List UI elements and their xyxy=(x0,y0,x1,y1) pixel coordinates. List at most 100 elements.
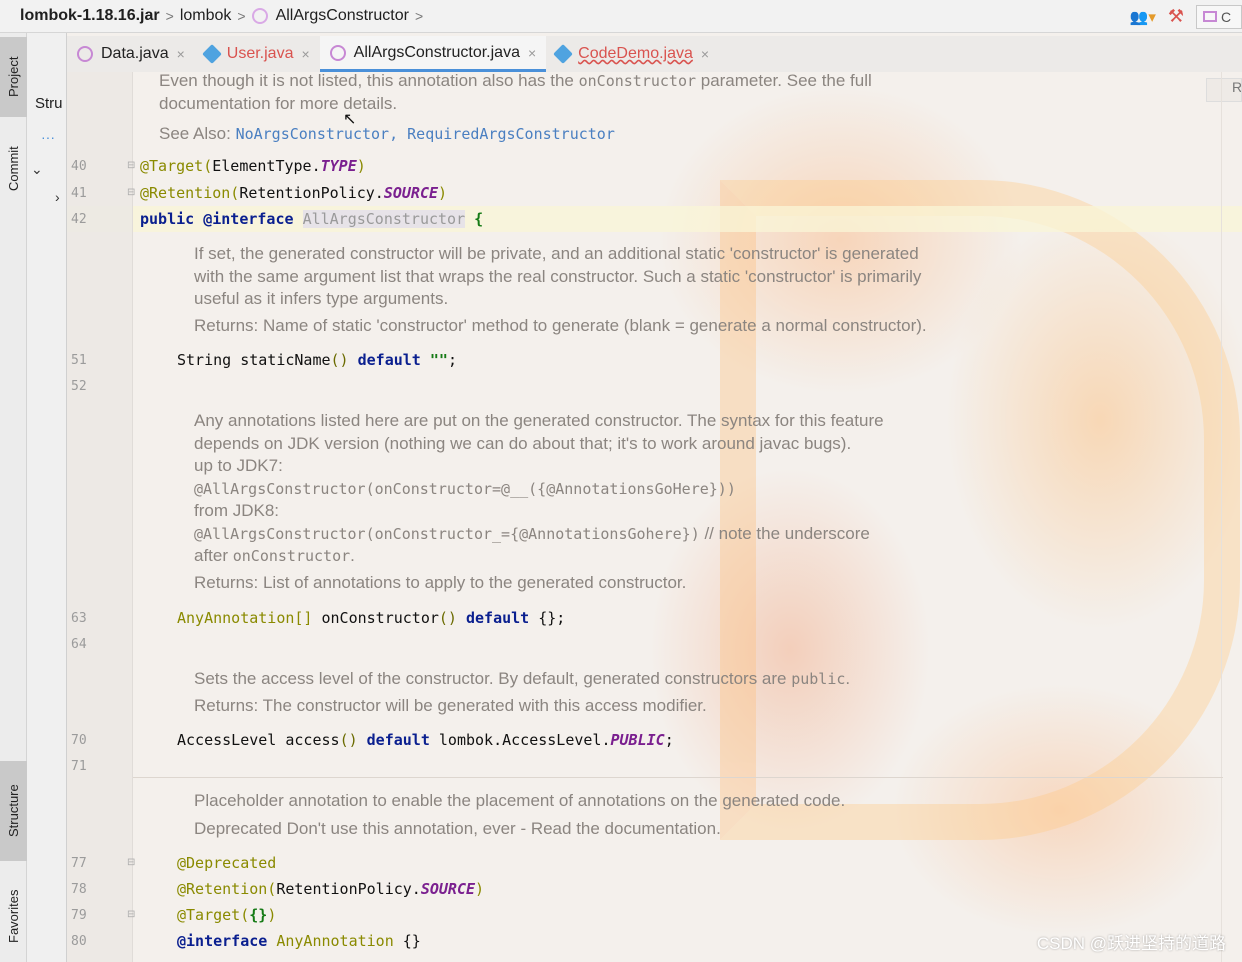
code-token: {}; xyxy=(538,609,566,627)
code-editor[interactable]: 40 41 42 51 52 63 64 70 71 77 78 79 80 ⊟… xyxy=(67,70,1242,962)
code-token: RetentionPolicy. xyxy=(239,184,384,202)
more-options-icon[interactable]: ··· xyxy=(41,129,55,145)
code-token: ) xyxy=(356,157,366,175)
javadoc-text: Even though it is not listed, this annot… xyxy=(159,70,872,93)
line-number: 79 xyxy=(71,908,87,923)
fold-icon[interactable]: ⊟ xyxy=(127,857,135,868)
code-token: () xyxy=(339,731,367,749)
navigation-bar: lombok-1.18.16.jar > lombok > AllArgsCon… xyxy=(0,0,1242,33)
javadoc-text-part: . xyxy=(845,669,851,688)
left-tool-strip: Project Commit Structure Favorites xyxy=(0,33,27,962)
see-also-link-noargs[interactable]: NoArgsConstructor xyxy=(236,125,390,143)
javadoc-code: onConstructor xyxy=(578,72,697,90)
javadoc-text: with the same argument list that wraps t… xyxy=(194,266,922,286)
tab-label: CodeDemo.java xyxy=(578,45,693,62)
breadcrumb-separator: > xyxy=(165,8,174,24)
code-token: ) xyxy=(475,880,485,898)
javadoc-rendered: Even though it is not listed, this annot… xyxy=(159,70,872,146)
breadcrumb-class[interactable]: AllArgsConstructor xyxy=(251,7,409,25)
code-token: String staticName xyxy=(177,351,331,369)
tab-label: User.java xyxy=(226,45,294,62)
tab-codedemo-java[interactable]: CodeDemo.java × xyxy=(546,36,719,72)
run-configuration-select[interactable]: C xyxy=(1196,4,1242,29)
users-icon[interactable]: 👥▾ xyxy=(1130,8,1156,26)
code-token: SOURCE xyxy=(383,184,439,202)
breadcrumb-class-label: AllArgsConstructor xyxy=(275,7,409,24)
line-number: 40 xyxy=(71,159,87,174)
javadoc-code: public xyxy=(791,670,846,688)
fold-icon[interactable]: ⊟ xyxy=(127,160,135,171)
fold-icon[interactable]: ⊟ xyxy=(127,187,135,198)
code-token: () xyxy=(330,351,358,369)
code-token: @Retention( xyxy=(177,880,277,898)
tab-data-java[interactable]: Data.java × xyxy=(67,36,195,72)
code-token: onConstructor xyxy=(321,609,439,627)
tab-label: Data.java xyxy=(101,45,169,62)
build-hammer-icon[interactable]: ⚒ xyxy=(1168,6,1184,27)
right-margin-guide xyxy=(1221,72,1222,962)
tool-window-favorites-label: Favorites xyxy=(6,889,21,943)
javadoc-text: from JDK8: xyxy=(194,501,280,520)
code-line-51: String staticName() default ""; xyxy=(177,351,457,369)
see-also: See Also: NoArgsConstructor, RequiredArg… xyxy=(159,123,872,146)
code-token: AccessLevel access xyxy=(177,731,340,749)
line-number: 71 xyxy=(71,759,87,774)
close-icon[interactable]: × xyxy=(701,46,709,62)
code-token: "" xyxy=(429,351,448,369)
code-token: ElementType. xyxy=(212,157,321,175)
annotation-icon xyxy=(77,46,93,62)
run-config-label: C xyxy=(1221,8,1232,25)
tool-window-favorites[interactable]: Favorites xyxy=(0,871,27,961)
line-number: 42 xyxy=(71,212,87,227)
reader-mode-button[interactable]: R xyxy=(1206,78,1242,102)
breadcrumb-jar[interactable]: lombok-1.18.16.jar xyxy=(20,7,160,25)
close-icon[interactable]: × xyxy=(301,46,309,62)
code-token: public @interface xyxy=(140,210,303,228)
breadcrumb-package[interactable]: lombok xyxy=(180,7,232,25)
structure-panel-title: Stru xyxy=(35,95,63,112)
line-number: 64 xyxy=(71,637,87,652)
tab-allargsconstructor-java[interactable]: AllArgsConstructor.java × xyxy=(319,36,547,72)
close-icon[interactable]: × xyxy=(528,45,536,61)
code-line-63: AnyAnnotation[] onConstructor() default … xyxy=(177,609,565,627)
chevron-right-icon[interactable]: › xyxy=(55,189,60,205)
javadoc-text-part: // note the underscore xyxy=(699,523,870,543)
annotation-icon xyxy=(329,44,346,61)
javadoc-text-part: after xyxy=(194,546,233,565)
code-line-78: @Retention(RetentionPolicy.SOURCE) xyxy=(177,880,484,898)
code-token: @Target( xyxy=(177,906,250,924)
tool-window-structure-label: Structure xyxy=(6,784,21,838)
code-token: ; xyxy=(447,351,457,369)
code-line-70: AccessLevel access() default lombok.Acce… xyxy=(177,731,674,749)
javadoc-text-part: Sets the access level of the constructor… xyxy=(194,669,792,688)
javadoc-text-part: Even though it is not listed, this annot… xyxy=(159,71,579,90)
javadoc-code: onConstructor xyxy=(232,547,351,565)
javadoc-text: @AllArgsConstructor(onConstructor_={@Ann… xyxy=(194,523,884,546)
code-token: AnyAnnotation[] xyxy=(177,609,322,627)
code-line-79: @Target({}) xyxy=(177,906,276,924)
javadoc-text: Any annotations listed here are put on t… xyxy=(194,411,884,430)
code-token: { xyxy=(465,210,484,228)
code-token: () xyxy=(438,609,466,627)
tab-label: AllArgsConstructor.java xyxy=(353,43,520,61)
tool-window-commit[interactable]: Commit xyxy=(0,129,27,209)
tool-window-project[interactable]: Project xyxy=(0,37,27,117)
code-token: lombok.AccessLevel. xyxy=(438,731,611,749)
javadoc-text: depends on JDK version (nothing we can d… xyxy=(194,433,852,453)
chevron-down-icon[interactable]: ⌄ xyxy=(31,161,43,178)
code-token: SOURCE xyxy=(420,880,476,898)
see-also-link-requiredargs[interactable]: RequiredArgsConstructor xyxy=(407,125,615,143)
fold-icon[interactable]: ⊟ xyxy=(127,909,135,920)
tab-user-java[interactable]: User.java × xyxy=(195,36,320,72)
line-number: 52 xyxy=(71,379,87,394)
code-token: AnyAnnotation xyxy=(276,932,403,950)
code-token: {} xyxy=(249,906,268,924)
toolbar-right: 👥▾ ⚒ C xyxy=(1130,0,1242,33)
javadoc-deprecated: Deprecated Don't use this annotation, ev… xyxy=(194,818,721,838)
javadoc-text: If set, the generated constructor will b… xyxy=(194,244,919,263)
code-token: RetentionPolicy. xyxy=(276,880,421,898)
javadoc-rendered: If set, the generated constructor will b… xyxy=(194,243,927,337)
close-icon[interactable]: × xyxy=(177,46,185,62)
see-also-label: See Also: xyxy=(159,124,236,143)
tool-window-structure[interactable]: Structure xyxy=(0,761,27,861)
